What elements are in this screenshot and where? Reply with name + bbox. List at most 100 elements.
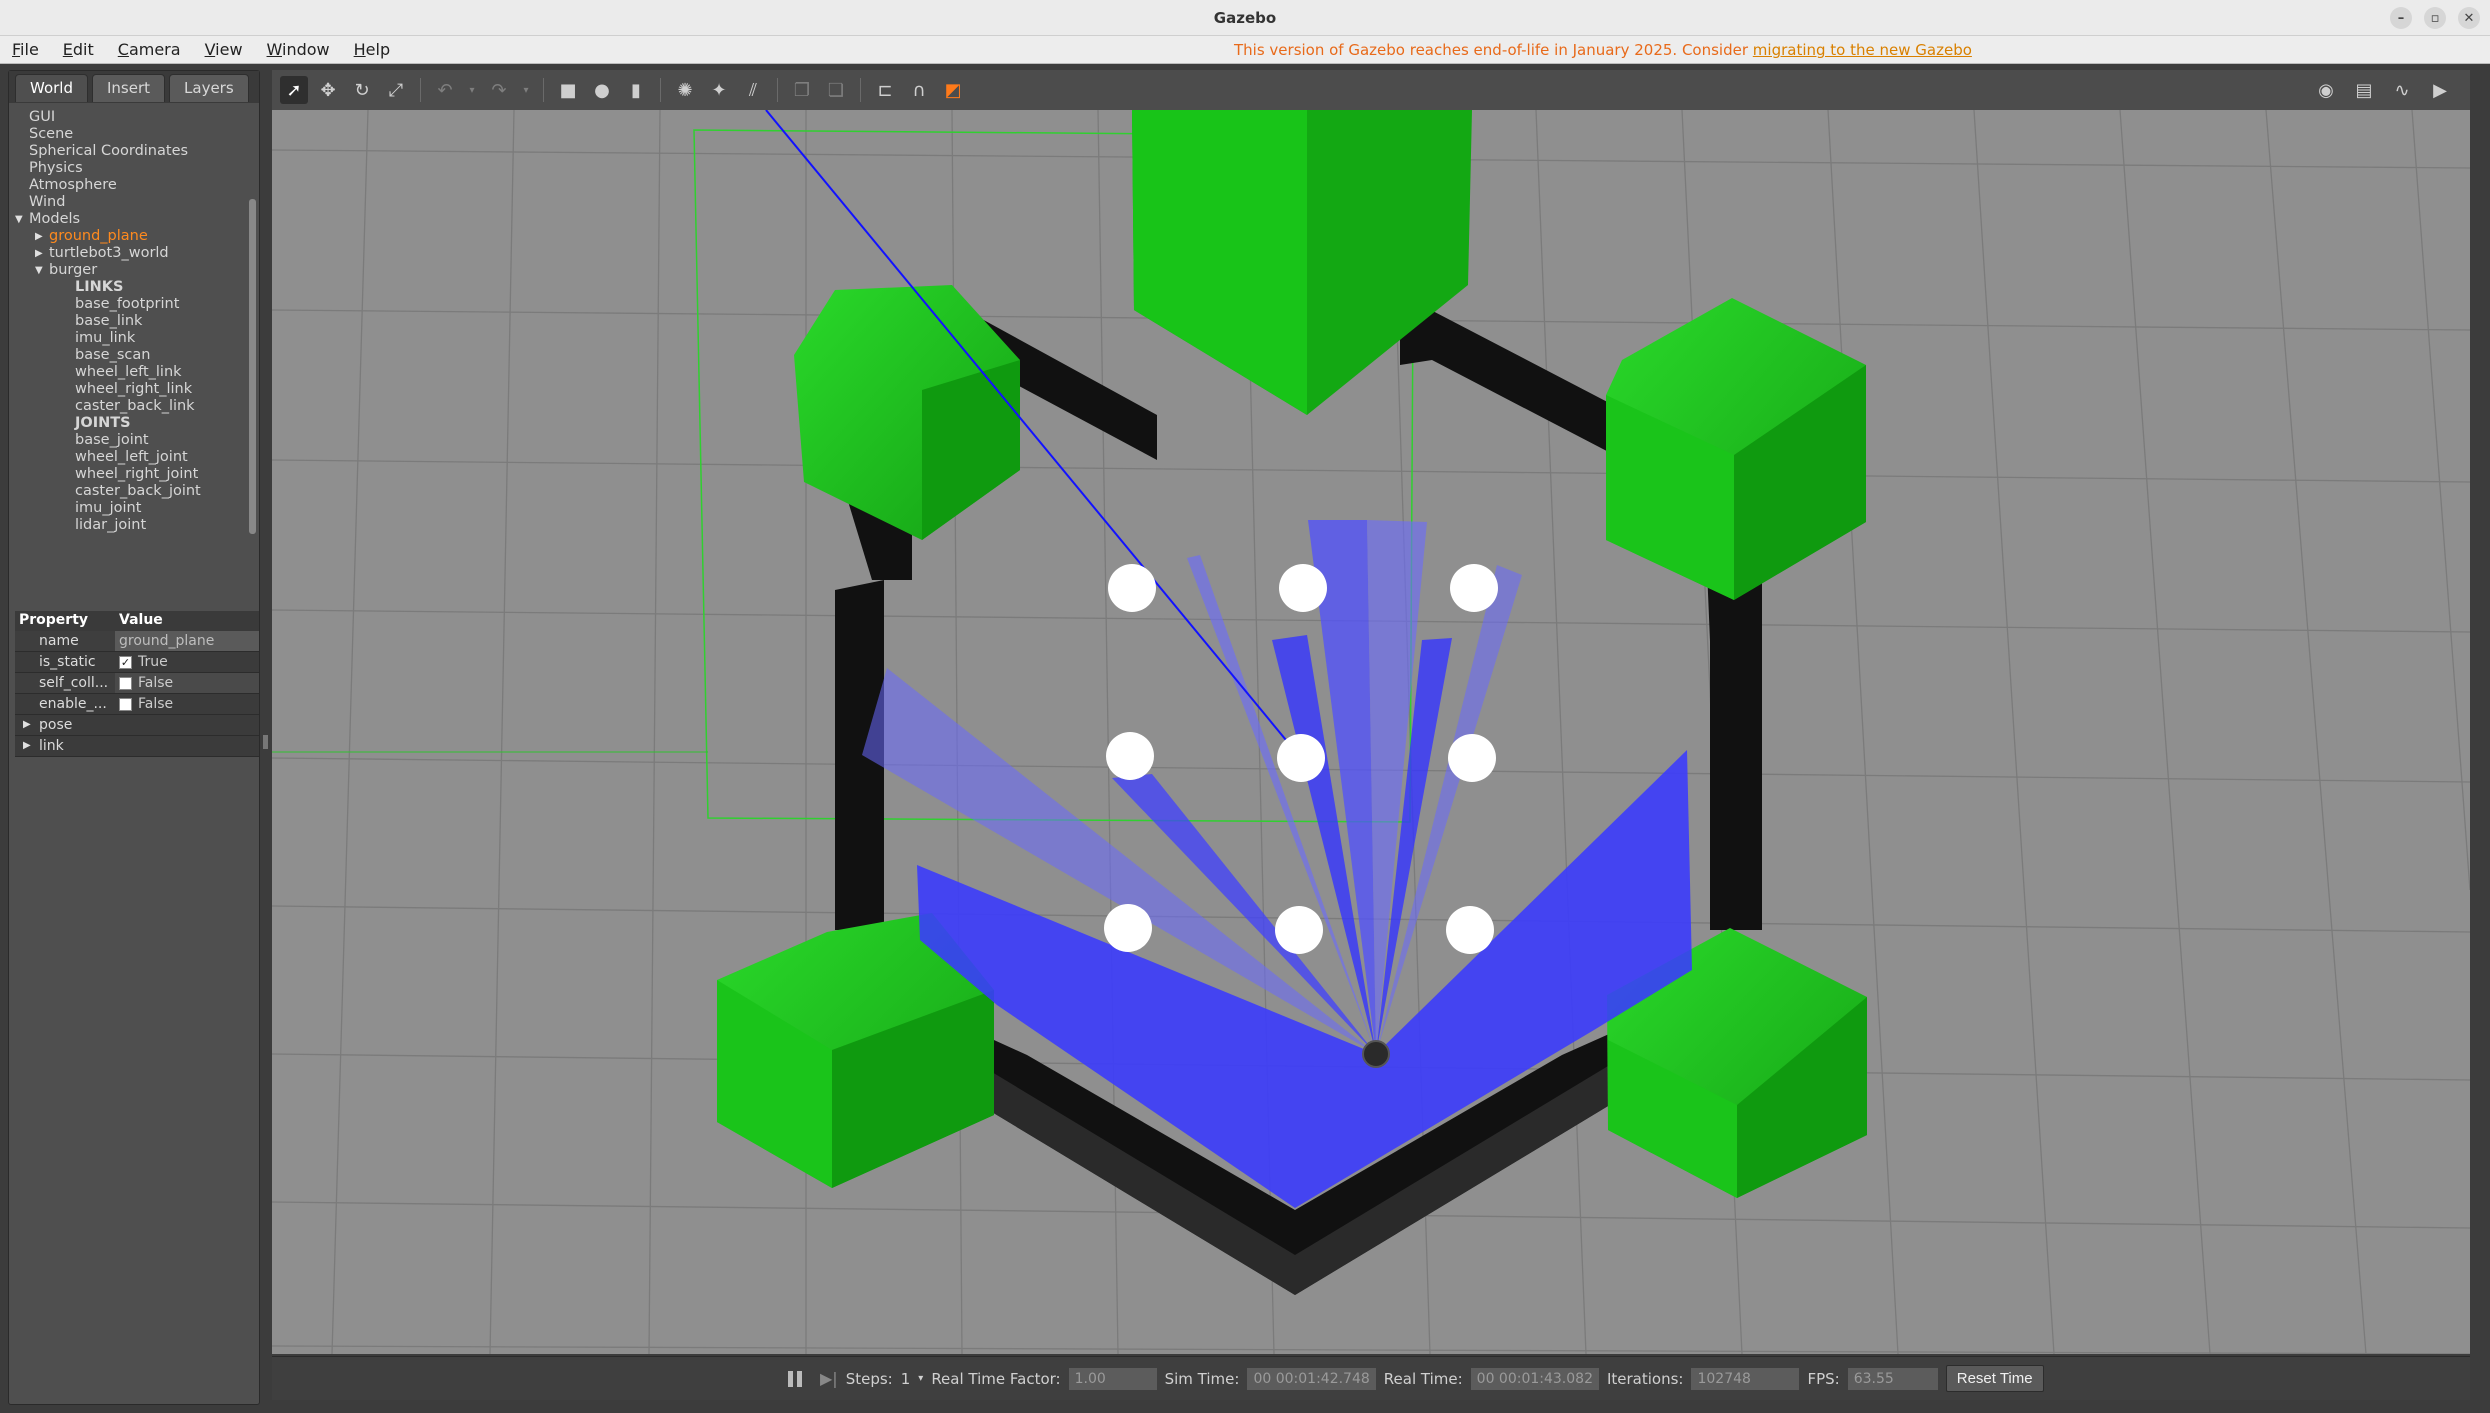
steps-label: Steps: [845,1369,893,1388]
menu-view[interactable]: View [193,40,255,59]
screenshot-icon[interactable]: ◉ [2312,76,2340,104]
tree-item[interactable]: LINKS [13,279,253,296]
left-panel: World Insert Layers GUI Scene Spherical Co… [8,70,260,1405]
menu-camera[interactable]: Camera [106,40,193,59]
tree-item-label: wheel_left_link [75,364,182,380]
robot-burger[interactable] [1362,1040,1390,1068]
collapse-arrow-icon[interactable]: ▼ [15,211,23,228]
panel-splitter[interactable] [263,735,268,749]
tree-item[interactable]: wheel_right_joint [13,466,253,483]
select-arrow-icon[interactable]: ➚ [280,76,308,104]
tree-item[interactable]: Atmosphere [13,177,253,194]
snap-icon[interactable]: ∩ [905,76,933,104]
tab-layers[interactable]: Layers [169,74,249,102]
reset-time-button[interactable]: Reset Time [1945,1365,2044,1392]
record-icon[interactable]: ▶ [2426,76,2454,104]
maximize-icon[interactable]: ▫ [2424,7,2446,29]
expand-arrow-icon: ▶ [23,740,31,751]
panel-tabs: World Insert Layers [9,71,259,103]
cylinder-icon[interactable]: ▮ [622,76,650,104]
menu-file[interactable]: File [0,40,51,59]
tree-item[interactable]: JOINTS [13,415,253,432]
toolbar-right: ◉ ▤ ∿ ▶ [2312,76,2454,104]
property-group-link[interactable]: ▶ link [15,736,259,757]
spot-light-icon[interactable]: ✦ [705,76,733,104]
tree-item[interactable]: wheel_left_joint [13,449,253,466]
translate-icon[interactable]: ✥ [314,76,342,104]
steps-spinner[interactable]: 1 [901,1370,911,1388]
scale-icon[interactable]: ⤢ [382,76,410,104]
copy-icon[interactable]: ❐ [788,76,816,104]
name-field[interactable]: ground_plane [115,631,259,651]
step-icon[interactable]: ▶| [820,1369,838,1388]
menu-window[interactable]: Window [255,40,342,59]
tab-world[interactable]: World [15,74,88,102]
redo-dropdown-icon[interactable]: ▾ [519,76,533,104]
tree-item[interactable]: ▶ ground_plane [13,228,253,245]
tree-item[interactable]: lidar_joint [13,517,253,534]
group-label: pose [39,717,73,733]
menu-help[interactable]: Help [342,40,402,59]
property-header: Property Value [15,611,259,631]
tree-item[interactable]: caster_back_link [13,398,253,415]
tree-item-label: Wind [29,194,66,210]
tree-item[interactable]: ▼ Models [13,211,253,228]
expand-arrow-icon[interactable]: ▶ [35,228,43,245]
enable-wind-checkbox[interactable] [119,697,132,711]
expand-arrow-icon[interactable]: ▶ [35,245,43,262]
tree-item[interactable]: Physics [13,160,253,177]
paste-icon[interactable]: ❏ [822,76,850,104]
tree-item[interactable]: imu_joint [13,500,253,517]
eol-notice: This version of Gazebo reaches end-of-li… [1234,36,1972,64]
collapse-arrow-icon[interactable]: ▼ [35,262,43,279]
undo-dropdown-icon[interactable]: ▾ [465,76,479,104]
tree-item[interactable]: ▼ burger [13,262,253,279]
property-key: name [15,631,115,651]
pause-icon[interactable] [788,1370,802,1387]
menu-edit[interactable]: Edit [51,40,106,59]
checkbox-label: False [138,675,174,691]
obstacle-top [1132,110,1472,415]
box-icon[interactable]: ■ [554,76,582,104]
scene-viewport[interactable] [272,110,2470,1354]
pillar [1106,732,1154,780]
sphere-icon[interactable]: ● [588,76,616,104]
migration-link[interactable]: migrating to the new Gazebo [1753,41,1972,59]
tree-item-label: Models [29,211,81,227]
directional-light-icon[interactable]: ⫽ [739,76,767,104]
tree-item[interactable]: ▶ turtlebot3_world [13,245,253,262]
tree-item-label: Atmosphere [29,177,117,193]
fps-field: 63.55 [1847,1367,1938,1390]
tree-item[interactable]: base_link [13,313,253,330]
window-title: Gazebo [1213,8,1277,27]
steps-dropdown-icon[interactable]: ▾ [918,1373,923,1384]
plot-icon[interactable]: ∿ [2388,76,2416,104]
tree-item[interactable]: Scene [13,126,253,143]
minimize-icon[interactable]: – [2390,7,2412,29]
log-icon[interactable]: ▤ [2350,76,2378,104]
is-static-checkbox[interactable]: ✓ [119,655,132,669]
tree-item[interactable]: GUI [13,109,253,126]
tab-insert[interactable]: Insert [92,74,166,102]
tree-item[interactable]: caster_back_joint [13,483,253,500]
tree-item[interactable]: wheel_left_link [13,364,253,381]
close-icon[interactable]: ✕ [2458,7,2480,29]
tree-item[interactable]: Spherical Coordinates [13,143,253,160]
tree-item[interactable]: imu_link [13,330,253,347]
tree-item[interactable]: wheel_right_link [13,381,253,398]
tree-item[interactable]: Wind [13,194,253,211]
align-icon[interactable]: ⊏ [871,76,899,104]
view-angle-icon[interactable]: ◩ [939,76,967,104]
point-light-icon[interactable]: ✺ [671,76,699,104]
tree-scrollbar[interactable] [249,199,256,534]
self-collide-checkbox[interactable] [119,676,132,690]
property-group-pose[interactable]: ▶ pose [15,715,259,736]
tree-item[interactable]: base_scan [13,347,253,364]
rotate-icon[interactable]: ↻ [348,76,376,104]
undo-icon[interactable]: ↶ [431,76,459,104]
property-key: enable_... [15,694,115,714]
tree-item[interactable]: base_footprint [13,296,253,313]
rtf-field: 1.00 [1068,1367,1157,1390]
tree-item[interactable]: base_joint [13,432,253,449]
redo-icon[interactable]: ↷ [485,76,513,104]
